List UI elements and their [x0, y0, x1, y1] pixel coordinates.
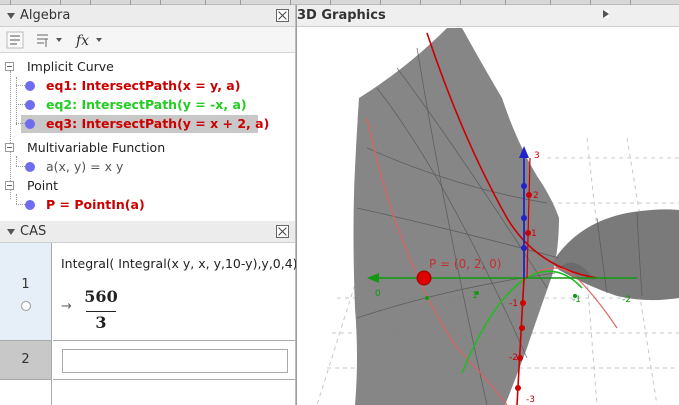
item-text: P = PointIn(a): [46, 197, 145, 212]
row-status-radio-icon[interactable]: [21, 301, 31, 311]
visibility-toggle-icon[interactable]: [25, 200, 35, 210]
graphics-view-header[interactable]: 3D Graphics: [297, 5, 679, 27]
cas-table: 1 Integral( Integral(x y, x, y,10-y),y,0…: [0, 243, 298, 405]
visibility-toggle-icon[interactable]: [25, 81, 35, 91]
category-label: Point: [27, 178, 59, 193]
tree-branch: [16, 166, 25, 167]
output-denominator: 3: [95, 313, 107, 332]
tree-branch: [16, 204, 25, 205]
algebra-toolbar: fx: [0, 27, 295, 53]
collapse-minus-icon[interactable]: [5, 181, 14, 190]
output-numerator: 560: [84, 287, 118, 306]
z-tick-label: 3: [534, 151, 540, 161]
output-arrow-icon: →: [61, 299, 72, 314]
saddle-surface: [353, 28, 679, 405]
row-number: 1: [21, 277, 30, 292]
cas-title: CAS: [20, 224, 47, 239]
category-label: Implicit Curve: [27, 59, 114, 74]
tree-branch: [16, 104, 25, 105]
item-text: eq1: IntersectPath(x = y, a): [46, 78, 241, 93]
tree-guide-line: [10, 71, 11, 199]
close-cas-icon[interactable]: [276, 225, 289, 238]
tree-guide-line: [16, 156, 17, 166]
tree-branch: [16, 123, 25, 124]
cas-cell-1[interactable]: Integral( Integral(x y, x, y,10-y),y,0,4…: [53, 243, 298, 341]
cas-row-header-empty: [0, 380, 52, 405]
expand-triangle-icon[interactable]: [603, 10, 609, 18]
z-tick-label: 2: [533, 191, 539, 201]
collapse-triangle-icon[interactable]: [7, 228, 15, 235]
cas-view-header[interactable]: CAS: [0, 221, 295, 243]
z-tick-label: -2: [509, 353, 518, 363]
x-tick-label: -1: [572, 295, 581, 305]
x-tick-label: 0: [375, 289, 381, 299]
graphics-3d-canvas[interactable]: 0 1 -1 -2 3 2 1 -1 -2 -3 P = (0, 2, 0): [297, 28, 679, 405]
sort-by-icon[interactable]: [34, 31, 64, 49]
point-p-label: P = (0, 2, 0): [429, 257, 501, 271]
point-p[interactable]: [416, 270, 432, 286]
svg-text:fx: fx: [75, 33, 89, 49]
cas-row-header-2[interactable]: 2: [0, 341, 52, 380]
graphics-3d-panel: 3D Graphics 0 1 -1 -2 3 2 1 -1 -2 -3 P =…: [297, 5, 679, 405]
fraction-bar: [86, 311, 116, 312]
category-label: Multivariable Function: [27, 140, 166, 155]
item-text: eq3: IntersectPath(y = x + 2, a): [46, 116, 270, 131]
left-panel: Algebra fx Implicit Curve eq1: Intersect…: [0, 5, 298, 405]
item-text: eq2: IntersectPath(y = -x, a): [46, 97, 247, 112]
x-tick-label: -2: [622, 295, 631, 305]
algebra-item-eq3[interactable]: eq3: IntersectPath(y = x + 2, a): [0, 114, 269, 133]
graphics-title: 3D Graphics: [297, 8, 386, 23]
function-fx-icon[interactable]: fx: [74, 31, 106, 49]
cas-input-text[interactable]: Integral( Integral(x y, x, y,10-y),y,0,4…: [61, 256, 298, 271]
z-tick-label: -3: [526, 395, 535, 405]
visibility-toggle-icon[interactable]: [25, 119, 35, 129]
collapse-minus-icon[interactable]: [5, 143, 14, 152]
tree-branch: [16, 85, 25, 86]
x-tick-label: 1: [472, 291, 478, 301]
cas-input-field[interactable]: [62, 349, 288, 373]
description-mode-icon[interactable]: [6, 31, 24, 49]
visibility-toggle-icon[interactable]: [25, 162, 35, 172]
visibility-toggle-icon[interactable]: [25, 100, 35, 110]
z-tick-label: 1: [531, 229, 537, 239]
close-algebra-icon[interactable]: [276, 9, 289, 22]
z-tick-label: -1: [509, 299, 518, 309]
collapse-triangle-icon[interactable]: [7, 12, 15, 19]
item-text: a(x, y) = x y: [46, 159, 124, 174]
tree-guide-line: [16, 194, 17, 204]
collapse-minus-icon[interactable]: [5, 62, 14, 71]
cas-row-header-1[interactable]: 1: [0, 243, 52, 341]
algebra-title: Algebra: [20, 8, 71, 23]
algebra-view-header[interactable]: Algebra: [0, 5, 295, 27]
row-number: 2: [21, 352, 30, 367]
